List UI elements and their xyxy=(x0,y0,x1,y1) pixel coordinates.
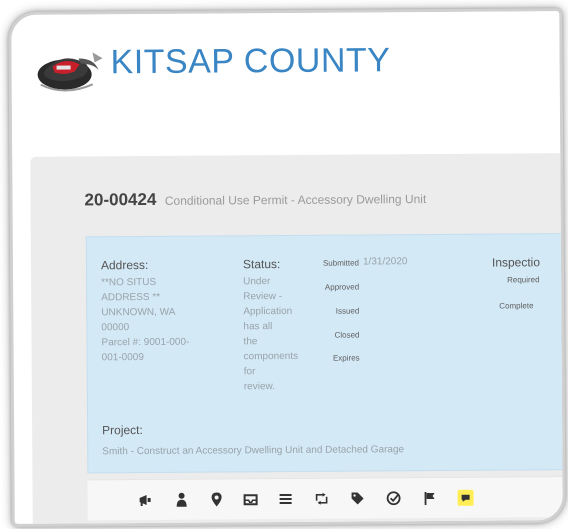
permit-details-box: Address: **NO SITUS ADDRESS ** UNKNOWN, … xyxy=(85,233,566,474)
brand-title[interactable]: KITSAP COUNTY xyxy=(110,41,390,82)
inspections-label: Inspectio xyxy=(491,255,541,270)
project-value: Smith - Construct an Accessory Dwelling … xyxy=(102,444,405,458)
status-line: review. xyxy=(243,381,275,393)
status-line: Application xyxy=(243,305,293,318)
status-label: Status: xyxy=(242,257,281,272)
county-logo-icon[interactable] xyxy=(34,44,104,94)
retweet-icon[interactable] xyxy=(314,491,330,507)
submitted-date: 1/31/2020 xyxy=(362,256,408,268)
screenshot-frame: KITSAP COUNTY 20-00424 Conditional Use P… xyxy=(8,8,566,527)
permit-title: 20-00424 Conditional Use Permit - Access… xyxy=(84,188,426,210)
permit-number: 20-00424 xyxy=(84,189,157,210)
submitted-label: Submitted xyxy=(322,258,360,268)
status-line: components xyxy=(243,350,299,363)
status-line: Review - xyxy=(243,291,283,303)
expires-label: Expires xyxy=(332,353,360,363)
address-line: Parcel #: 9001-000- xyxy=(101,336,190,349)
comment-icon[interactable] xyxy=(457,489,474,506)
issued-label: Issued xyxy=(335,306,360,316)
checkmark-icon[interactable] xyxy=(386,490,402,506)
status-line: for xyxy=(243,366,256,378)
address-line: UNKNOWN, WA xyxy=(101,306,176,319)
tag-icon[interactable] xyxy=(350,490,366,506)
person-icon[interactable] xyxy=(174,492,190,508)
action-toolbar xyxy=(87,476,566,521)
approved-label: Approved xyxy=(324,282,360,292)
site-header: KITSAP COUNTY xyxy=(11,11,561,155)
address-value: **NO SITUS ADDRESS ** UNKNOWN, WA 00000 … xyxy=(101,275,189,366)
address-label: Address: xyxy=(100,257,149,273)
megaphone-icon[interactable] xyxy=(138,492,154,508)
map-pin-icon[interactable] xyxy=(209,491,225,507)
address-line: ADDRESS ** xyxy=(101,291,161,304)
address-line: 00000 xyxy=(101,322,130,334)
flag-icon[interactable] xyxy=(422,490,438,506)
list-icon[interactable] xyxy=(278,491,294,507)
closed-label: Closed xyxy=(334,330,360,340)
address-line: 001-0009 xyxy=(101,352,144,364)
status-value: Under Review - Application has all the c… xyxy=(243,274,298,394)
completed-label: Complete xyxy=(499,301,534,311)
status-line: has all xyxy=(243,321,273,333)
required-label: Required xyxy=(507,275,540,285)
project-label: Project: xyxy=(102,423,143,438)
permit-description: Conditional Use Permit - Accessory Dwell… xyxy=(164,192,427,208)
address-line: **NO SITUS xyxy=(101,276,157,289)
inbox-icon[interactable] xyxy=(243,491,259,507)
status-line: Under xyxy=(243,276,271,288)
status-line: the xyxy=(243,336,258,348)
